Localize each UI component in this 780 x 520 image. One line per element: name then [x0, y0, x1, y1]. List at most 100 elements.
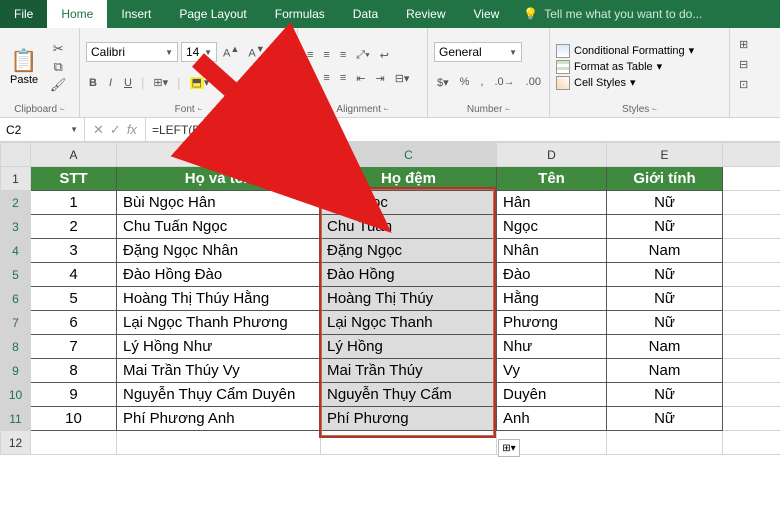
row-header-5[interactable]: 5 [1, 263, 31, 287]
increase-decimal-icon[interactable]: .0→ [491, 74, 517, 91]
cell-E2[interactable]: Nữ [607, 191, 723, 215]
increase-font-icon[interactable]: A▲ [220, 42, 242, 62]
cell-A10[interactable]: 9 [31, 383, 117, 407]
cell-C6[interactable]: Hoàng Thị Thúy [321, 287, 497, 311]
cell-E6[interactable]: Nữ [607, 287, 723, 311]
cell-F5[interactable] [723, 263, 780, 287]
align-right-icon[interactable]: ≡ [337, 70, 349, 87]
cell-D1[interactable]: Tên [497, 167, 607, 191]
col-header-D[interactable]: D [497, 143, 607, 167]
cell-A7[interactable]: 6 [31, 311, 117, 335]
name-box[interactable]: C2 ▼ [0, 118, 85, 141]
formula-input[interactable]: =LEFT(B2,LEN(B2)-LEN(D2)) [146, 118, 780, 141]
conditional-formatting-button[interactable]: Conditional Formatting ▾ [556, 44, 694, 58]
cell-C1[interactable]: Họ đệm [321, 167, 497, 191]
cell-C8[interactable]: Lý Hồng [321, 335, 497, 359]
tab-formulas[interactable]: Formulas [261, 0, 339, 28]
comma-format-icon[interactable]: , [477, 74, 486, 91]
spreadsheet-grid[interactable]: A B C D E 1 STT Họ và tên Họ đệm Tên Giớ… [0, 142, 780, 455]
indent-dec-icon[interactable]: ⇤ [353, 70, 368, 87]
cell[interactable] [117, 431, 321, 455]
insert-cells-icon[interactable]: ⊞ [736, 36, 751, 53]
cell-F10[interactable] [723, 383, 780, 407]
align-middle-icon[interactable]: ≡ [320, 47, 332, 64]
cell-B11[interactable]: Phí Phương Anh [117, 407, 321, 431]
cell-F7[interactable] [723, 311, 780, 335]
row-header-12[interactable]: 12 [1, 431, 31, 455]
cell-E9[interactable]: Nam [607, 359, 723, 383]
cell-E7[interactable]: Nữ [607, 311, 723, 335]
cell-A4[interactable]: 3 [31, 239, 117, 263]
cell-F8[interactable] [723, 335, 780, 359]
indent-inc-icon[interactable]: ⇥ [372, 70, 387, 87]
row-header-2[interactable]: 2 [1, 191, 31, 215]
cell-B1[interactable]: Họ và tên [117, 167, 321, 191]
cell-D2[interactable]: Hân [497, 191, 607, 215]
cell-B9[interactable]: Mai Trần Thúy Vy [117, 359, 321, 383]
cell-C4[interactable]: Đặng Ngọc [321, 239, 497, 263]
paste-button[interactable]: 📋 Paste [6, 46, 42, 88]
wrap-text-icon[interactable]: ↩ [377, 47, 392, 64]
cell-F4[interactable] [723, 239, 780, 263]
decrease-font-icon[interactable]: A▼ [245, 42, 267, 62]
row-header-10[interactable]: 10 [1, 383, 31, 407]
cell-C7[interactable]: Lại Ngọc Thanh [321, 311, 497, 335]
number-format-select[interactable]: General ▼ [434, 42, 522, 62]
align-bottom-icon[interactable]: ≡ [337, 47, 349, 64]
cell-D9[interactable]: Vy [497, 359, 607, 383]
cell-styles-button[interactable]: Cell Styles ▾ [556, 76, 694, 90]
col-header-A[interactable]: A [31, 143, 117, 167]
copy-icon[interactable]: ⧉ [50, 59, 66, 75]
cell[interactable] [321, 431, 497, 455]
cell[interactable] [607, 431, 723, 455]
row-header-9[interactable]: 9 [1, 359, 31, 383]
cell-D4[interactable]: Nhân [497, 239, 607, 263]
decrease-decimal-icon[interactable]: .00 [523, 74, 544, 91]
delete-cells-icon[interactable]: ⊟ [736, 56, 751, 73]
cell-A5[interactable]: 4 [31, 263, 117, 287]
cell-C2[interactable]: Bùi Ngọc [321, 191, 497, 215]
cell-D3[interactable]: Ngọc [497, 215, 607, 239]
row-header-7[interactable]: 7 [1, 311, 31, 335]
cell[interactable] [723, 431, 780, 455]
cell-B2[interactable]: Bùi Ngọc Hân [117, 191, 321, 215]
cell-A2[interactable]: 1 [31, 191, 117, 215]
col-header-E[interactable]: E [607, 143, 723, 167]
cell-D11[interactable]: Anh [497, 407, 607, 431]
cell-E11[interactable]: Nữ [607, 407, 723, 431]
cell[interactable] [31, 431, 117, 455]
tell-me-search[interactable]: 💡 Tell me what you want to do... [523, 7, 702, 21]
cell-E1[interactable]: Giới tính [607, 167, 723, 191]
percent-format-icon[interactable]: % [457, 74, 473, 91]
row-header-4[interactable]: 4 [1, 239, 31, 263]
tab-file[interactable]: File [0, 0, 47, 28]
format-as-table-button[interactable]: Format as Table ▾ [556, 60, 694, 74]
cancel-formula-icon[interactable]: ✕ [93, 122, 104, 138]
row-header-1[interactable]: 1 [1, 167, 31, 191]
enter-formula-icon[interactable]: ✓ [110, 122, 121, 138]
fill-color-button[interactable]: ⬒▾ [187, 74, 213, 91]
font-size-select[interactable]: 14 ▼ [181, 42, 217, 62]
autofill-options-button[interactable]: ⊞▾ [498, 439, 520, 457]
tab-insert[interactable]: Insert [107, 0, 165, 28]
row-header-8[interactable]: 8 [1, 335, 31, 359]
cell-E3[interactable]: Nữ [607, 215, 723, 239]
cell-D6[interactable]: Hằng [497, 287, 607, 311]
cell-E4[interactable]: Nam [607, 239, 723, 263]
col-header-F[interactable] [723, 143, 780, 167]
cell-B3[interactable]: Chu Tuấn Ngọc [117, 215, 321, 239]
cell-E8[interactable]: Nam [607, 335, 723, 359]
bold-button[interactable]: B [86, 75, 100, 91]
cell-A6[interactable]: 5 [31, 287, 117, 311]
cell-A1[interactable]: STT [31, 167, 117, 191]
italic-button[interactable]: I [106, 75, 115, 91]
cell-F9[interactable] [723, 359, 780, 383]
cell-D8[interactable]: Như [497, 335, 607, 359]
cell-D10[interactable]: Duyên [497, 383, 607, 407]
cell-B8[interactable]: Lý Hồng Như [117, 335, 321, 359]
cut-icon[interactable]: ✂ [50, 41, 66, 57]
merge-center-icon[interactable]: ⊟▾ [392, 70, 413, 87]
cell-D5[interactable]: Đào [497, 263, 607, 287]
cell-B5[interactable]: Đào Hồng Đào [117, 263, 321, 287]
cell-A8[interactable]: 7 [31, 335, 117, 359]
